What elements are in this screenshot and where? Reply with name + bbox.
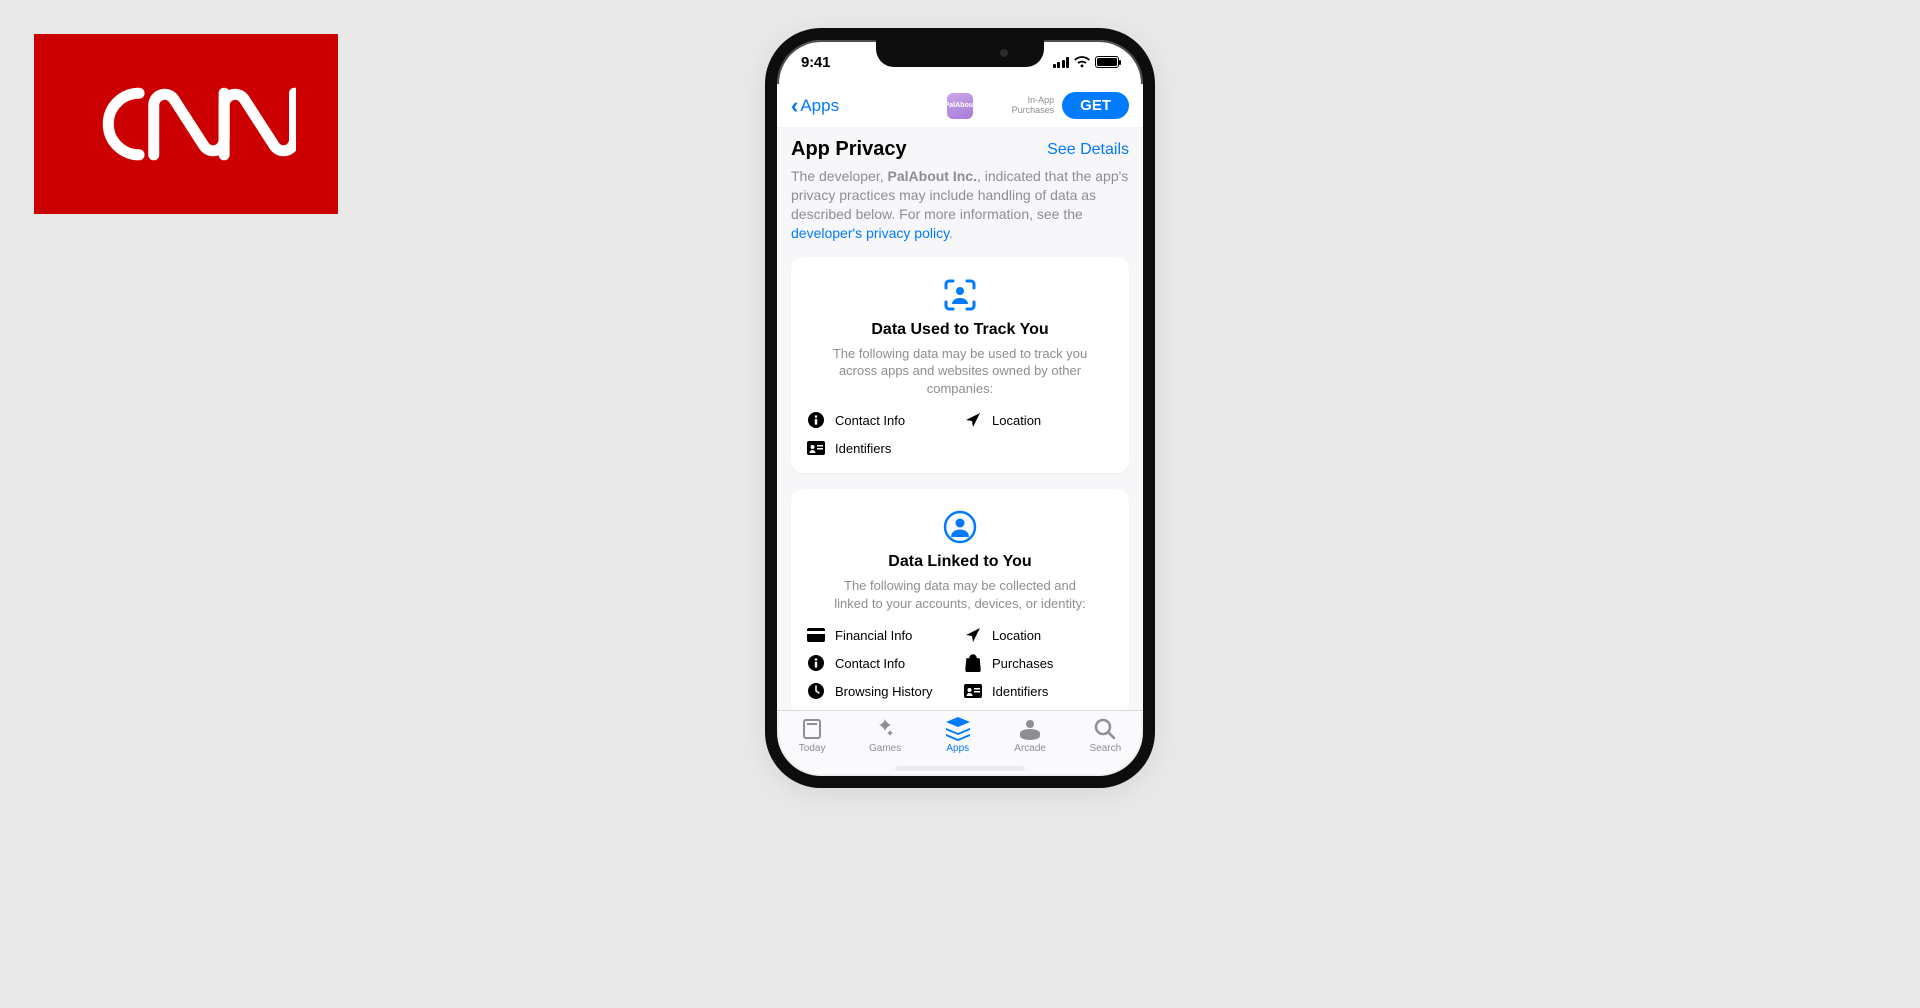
data-item-label: Purchases	[992, 656, 1053, 671]
nav-icon	[964, 411, 982, 429]
data-item: Identifiers	[807, 439, 956, 457]
tab-games[interactable]: Games	[869, 717, 901, 754]
info-icon	[807, 654, 825, 672]
data-item: Contact Info	[807, 654, 956, 672]
tab-bar: Today Games Apps Arcade Search	[777, 710, 1143, 776]
nav-icon	[964, 626, 982, 644]
tab-label: Apps	[946, 743, 969, 754]
today-icon	[800, 717, 824, 741]
app-icon[interactable]: PalAbout	[947, 93, 973, 119]
tab-label: Search	[1090, 743, 1122, 754]
in-app-purchases-label: In-App Purchases	[1012, 96, 1055, 116]
back-button[interactable]: ‹ Apps	[791, 95, 839, 117]
back-label: Apps	[800, 96, 839, 116]
tab-label: Arcade	[1014, 743, 1046, 754]
data-item-label: Location	[992, 628, 1041, 643]
tab-arcade[interactable]: Arcade	[1014, 717, 1046, 754]
chevron-left-icon: ‹	[791, 95, 798, 117]
data-item-label: Contact Info	[835, 413, 905, 428]
search-icon	[1093, 717, 1117, 741]
get-button[interactable]: GET	[1062, 92, 1129, 119]
content-area: App Privacy See Details The developer, P…	[777, 128, 1143, 710]
card-icon	[807, 626, 825, 644]
card-description: The following data may be collected and …	[830, 577, 1090, 612]
battery-icon	[1095, 56, 1119, 68]
privacy-description: The developer, PalAbout Inc., indicated …	[791, 167, 1129, 243]
phone-frame: 9:41 ‹ Apps PalAbout In-App Purchases	[765, 28, 1155, 788]
page-title: App Privacy	[791, 138, 907, 161]
card-description: The following data may be used to track …	[830, 345, 1090, 398]
data-item: Location	[964, 411, 1113, 429]
data-item-label: Contact Info	[835, 656, 905, 671]
status-time: 9:41	[801, 54, 830, 71]
data-item-label: Identifiers	[835, 441, 891, 456]
tab-label: Games	[869, 743, 901, 754]
data-list-linked: Financial Info Location Contact Info Purcha…	[807, 626, 1113, 700]
data-item: Identifiers	[964, 682, 1113, 700]
card-title: Data Used to Track You	[807, 321, 1113, 339]
phone-mockup: 9:41 ‹ Apps PalAbout In-App Purchases	[765, 28, 1155, 788]
nav-header: ‹ Apps PalAbout In-App Purchases GET	[777, 84, 1143, 128]
wifi-icon	[1074, 56, 1090, 68]
data-item: Browsing History	[807, 682, 956, 700]
card-data-used-to-track: Data Used to Track You The following dat…	[791, 257, 1129, 474]
data-list-track: Contact Info Location Identifiers	[807, 411, 1113, 457]
data-item: Location	[964, 626, 1113, 644]
tracking-icon	[807, 277, 1113, 313]
data-item: Contact Info	[807, 411, 956, 429]
idcard-icon	[807, 439, 825, 457]
idcard-icon	[964, 682, 982, 700]
data-item: Purchases	[964, 654, 1113, 672]
clock-icon	[807, 682, 825, 700]
data-item-label: Identifiers	[992, 684, 1048, 699]
notch	[876, 39, 1044, 67]
arcade-icon	[1018, 717, 1042, 741]
cnn-logo-icon	[76, 72, 296, 176]
tab-apps[interactable]: Apps	[945, 717, 971, 754]
data-item-label: Financial Info	[835, 628, 912, 643]
card-title: Data Linked to You	[807, 553, 1113, 571]
linked-icon	[807, 509, 1113, 545]
data-item-label: Browsing History	[835, 684, 933, 699]
developer-privacy-policy-link[interactable]: developer's privacy policy	[791, 225, 949, 241]
data-item-label: Location	[992, 413, 1041, 428]
apps-icon	[945, 717, 971, 741]
card-data-linked-to-you: Data Linked to You The following data ma…	[791, 489, 1129, 710]
see-details-link[interactable]: See Details	[1047, 141, 1129, 159]
info-icon	[807, 411, 825, 429]
signal-icon	[1053, 57, 1070, 68]
bag-icon	[964, 654, 982, 672]
data-item: Financial Info	[807, 626, 956, 644]
tab-search[interactable]: Search	[1090, 717, 1122, 754]
tab-label: Today	[799, 743, 826, 754]
games-icon	[873, 717, 897, 741]
tab-today[interactable]: Today	[799, 717, 826, 754]
cnn-logo	[34, 34, 338, 214]
